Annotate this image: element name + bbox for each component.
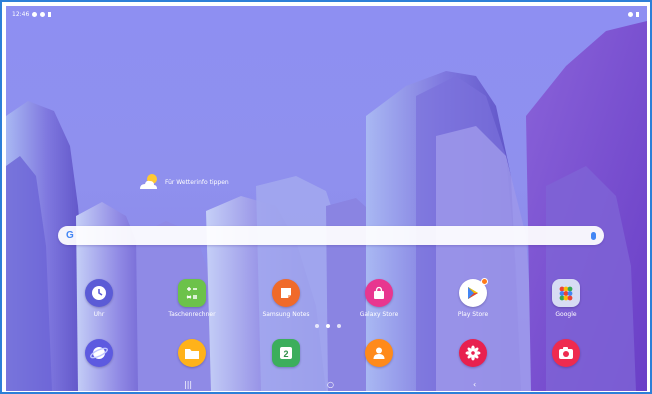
app-galaxy-store[interactable]: Galaxy Store [344,279,414,318]
app-samsung-notes[interactable]: Samsung Notes [251,279,321,318]
app-internet[interactable] [64,339,134,367]
screenshot-frame: 12:46 Für Wetterinfo tippen G Uhr Tasche… [0,0,652,394]
status-bar-right [628,8,639,20]
page-dot [315,324,319,328]
app-label: Google [555,311,577,318]
google-logo-icon: G [66,230,74,241]
app-label: Taschenrechner [168,311,216,318]
clock-icon [85,279,113,307]
notification-icon [40,11,46,17]
page-dot [337,324,341,328]
page-dot-active [326,324,330,328]
google-search-bar[interactable]: G [58,226,604,245]
google-folder-icon [552,279,580,307]
notes-icon [272,279,300,307]
app-gallery[interactable] [438,339,508,367]
app-play-store[interactable]: Play Store [438,278,508,318]
page-indicator [315,324,341,328]
navigation-bar: ||| ○ ‹ [6,379,647,391]
notification-icon [48,11,52,17]
weather-widget[interactable]: Für Wetterinfo tippen [137,173,229,191]
calculator-icon [178,279,206,307]
notification-badge [481,278,488,285]
app-clock[interactable]: Uhr [64,279,134,318]
camera-icon [552,339,580,367]
folder-icon [178,339,206,367]
notification-icon [32,11,38,17]
app-label: Galaxy Store [359,311,399,318]
wallpaper [6,21,647,391]
shopping-bag-icon [365,279,393,307]
back-button[interactable]: ‹ [473,380,476,390]
wifi-icon [628,11,633,17]
app-my-files[interactable] [157,339,227,367]
status-time: 12:46 [12,10,30,18]
app-camera[interactable] [531,339,601,367]
contacts-icon [365,339,393,367]
microphone-icon[interactable] [591,231,596,240]
weather-icon [140,174,157,189]
app-contacts[interactable] [344,339,414,367]
calendar-icon: 2 [272,339,300,367]
battery-icon [636,11,639,17]
app-calculator[interactable]: Taschenrechner [157,279,227,318]
calendar-day: 2 [283,349,288,359]
app-label: Play Store [457,311,489,318]
app-google-folder[interactable]: Google [531,279,601,318]
app-label: Samsung Notes [262,311,310,318]
internet-icon [85,339,113,367]
home-screen: 12:46 Für Wetterinfo tippen G Uhr Tasche… [6,6,647,391]
app-calendar[interactable]: 2 [251,339,321,367]
weather-label: Für Wetterinfo tippen [165,178,229,186]
home-button[interactable]: ○ [327,380,334,390]
gallery-icon [459,339,487,367]
play-store-icon [459,278,488,307]
recents-button[interactable]: ||| [184,380,192,390]
app-label: Uhr [93,311,105,318]
status-bar-left: 12:46 [12,8,52,20]
